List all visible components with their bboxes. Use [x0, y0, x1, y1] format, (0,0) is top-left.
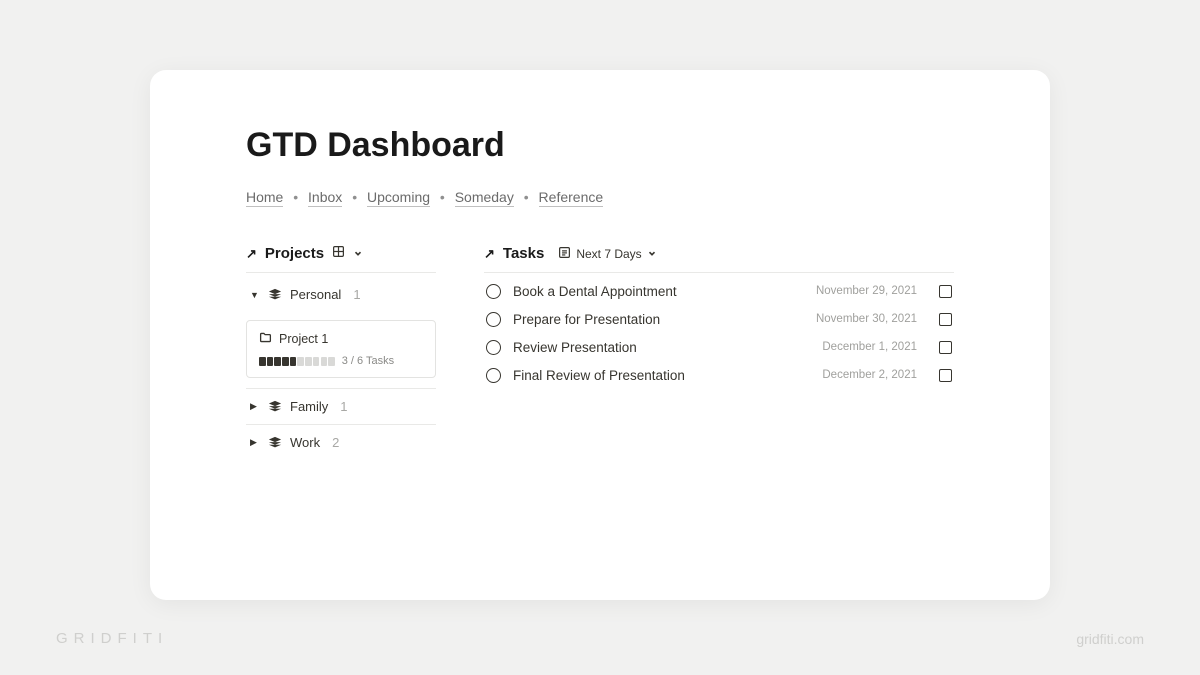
progress-label: 3 / 6 Tasks [342, 355, 394, 367]
stack-icon [268, 436, 282, 450]
tasks-column: ↗ Tasks Next 7 Days Book a Dental Appoin… [484, 245, 954, 460]
tasks-heading-text: Tasks [503, 245, 544, 262]
task-status-circle[interactable] [486, 340, 501, 355]
task-date: December 2, 2021 [822, 369, 917, 381]
task-row: Final Review of Presentation December 2,… [484, 361, 954, 389]
task-title[interactable]: Book a Dental Appointment [513, 284, 804, 299]
list-icon [558, 246, 571, 262]
breadcrumb-separator: • [440, 189, 445, 205]
app-card: GTD Dashboard Home • Inbox • Upcoming • … [150, 70, 1050, 600]
task-date: November 29, 2021 [816, 285, 917, 297]
project-card-title-row: Project 1 [259, 331, 423, 347]
watermark-right: gridfiti.com [1076, 631, 1144, 647]
task-checkbox[interactable] [939, 341, 952, 354]
group-label: Personal [290, 287, 341, 302]
task-date: November 30, 2021 [816, 313, 917, 325]
task-title[interactable]: Review Presentation [513, 340, 810, 355]
breadcrumb-reference[interactable]: Reference [539, 189, 604, 207]
arrow-icon: ↗ [484, 246, 495, 262]
caret-right-icon: ▶ [250, 437, 260, 448]
project-card[interactable]: Project 1 3 / 6 Tasks [246, 320, 436, 378]
main-columns: ↗ Projects ▼ Personal 1 [246, 245, 954, 460]
task-status-circle[interactable] [486, 368, 501, 383]
projects-column: ↗ Projects ▼ Personal 1 [246, 245, 436, 460]
projects-header: ↗ Projects [246, 245, 436, 273]
breadcrumb: Home • Inbox • Upcoming • Someday • Refe… [246, 189, 954, 205]
view-label: Next 7 Days [576, 247, 641, 261]
task-row: Review Presentation December 1, 2021 [484, 333, 954, 361]
group-count: 1 [340, 399, 347, 414]
project-progress: 3 / 6 Tasks [259, 355, 423, 367]
folder-icon [259, 331, 272, 347]
breadcrumb-separator: • [524, 189, 529, 205]
page-title: GTD Dashboard [246, 126, 954, 165]
project-title: Project 1 [279, 332, 328, 346]
task-title[interactable]: Final Review of Presentation [513, 368, 810, 383]
task-row: Prepare for Presentation November 30, 20… [484, 305, 954, 333]
task-title[interactable]: Prepare for Presentation [513, 312, 804, 327]
task-checkbox[interactable] [939, 313, 952, 326]
stack-icon [268, 400, 282, 414]
progress-blocks [259, 357, 335, 366]
task-checkbox[interactable] [939, 369, 952, 382]
group-label: Work [290, 435, 320, 450]
group-count: 1 [353, 287, 360, 302]
chevron-down-icon[interactable] [353, 245, 363, 262]
projects-heading-text: Projects [265, 245, 324, 262]
project-group-work[interactable]: ▶ Work 2 [246, 425, 436, 460]
task-status-circle[interactable] [486, 312, 501, 327]
chevron-down-icon [647, 247, 657, 261]
task-checkbox[interactable] [939, 285, 952, 298]
breadcrumb-someday[interactable]: Someday [455, 189, 514, 207]
tasks-header: ↗ Tasks Next 7 Days [484, 245, 954, 273]
group-count: 2 [332, 435, 339, 450]
breadcrumb-inbox[interactable]: Inbox [308, 189, 342, 207]
task-date: December 1, 2021 [822, 341, 917, 353]
project-group-family[interactable]: ▶ Family 1 [246, 389, 436, 425]
caret-right-icon: ▶ [250, 401, 260, 412]
breadcrumb-separator: • [293, 189, 298, 205]
breadcrumb-home[interactable]: Home [246, 189, 283, 207]
project-group-personal[interactable]: ▼ Personal 1 [246, 277, 436, 312]
stack-icon [268, 288, 282, 302]
group-label: Family [290, 399, 328, 414]
tasks-view-selector[interactable]: Next 7 Days [558, 246, 656, 262]
breadcrumb-separator: • [352, 189, 357, 205]
task-status-circle[interactable] [486, 284, 501, 299]
caret-down-icon: ▼ [250, 290, 260, 300]
task-row: Book a Dental Appointment November 29, 2… [484, 277, 954, 305]
breadcrumb-upcoming[interactable]: Upcoming [367, 189, 430, 207]
arrow-icon: ↗ [246, 246, 257, 262]
board-view-icon[interactable] [332, 245, 345, 262]
watermark-left: GRIDFITI [56, 630, 168, 647]
